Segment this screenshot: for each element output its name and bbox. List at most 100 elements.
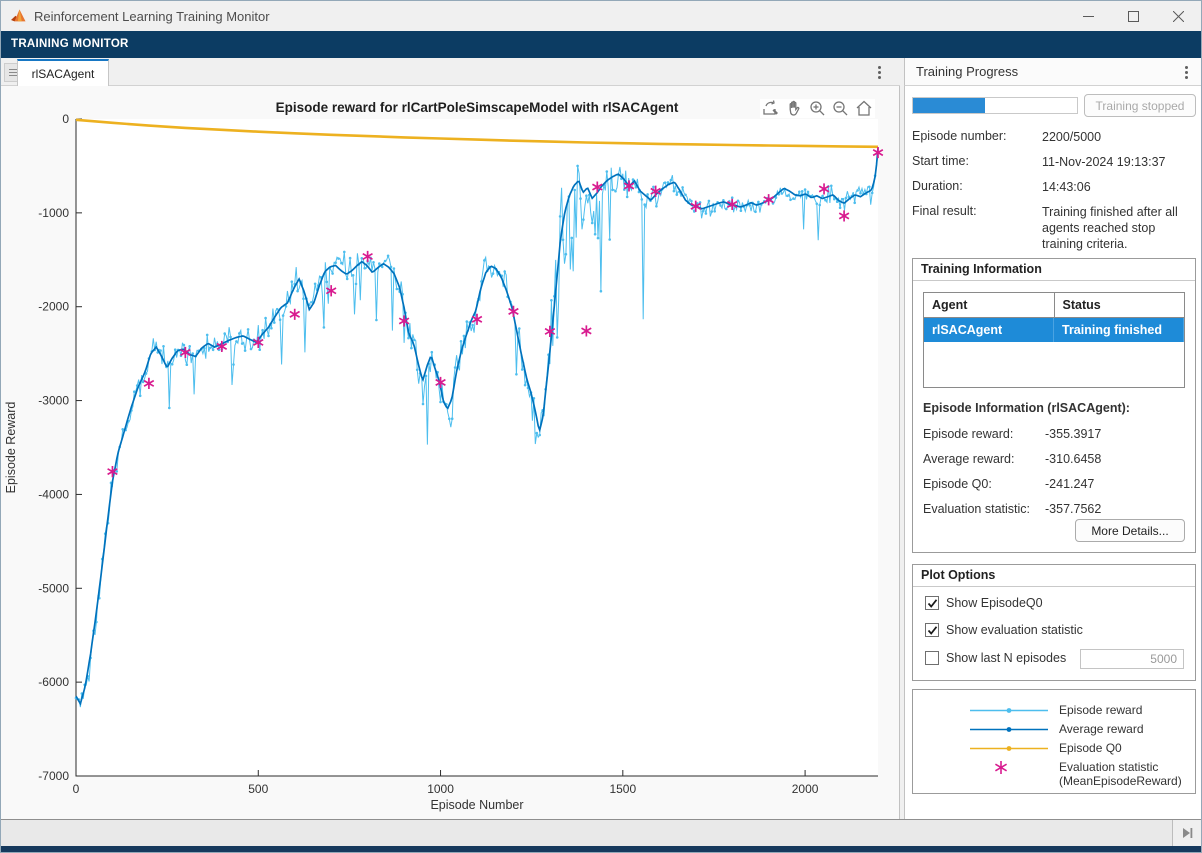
svg-text:0: 0 — [62, 112, 69, 126]
plot-options-section: Plot Options Show EpisodeQ0 Show evaluat… — [912, 564, 1196, 681]
home-icon[interactable] — [855, 100, 873, 117]
zoom-in-icon[interactable] — [809, 100, 826, 117]
episode-number-value: 2200/5000 — [1042, 129, 1194, 145]
final-result-label: Final result: — [912, 204, 977, 218]
show-evaluation-statistic-checkbox[interactable]: Show evaluation statistic — [925, 623, 1083, 637]
chart-title: Episode reward for rlCartPoleSimscapeMod… — [76, 100, 878, 115]
average-reward-marker-icon — [968, 720, 1050, 739]
maximize-button[interactable] — [1111, 1, 1156, 31]
episode-information-title: Episode Information (rlSACAgent): — [923, 401, 1130, 415]
training-stopped-button[interactable]: Training stopped — [1084, 94, 1196, 117]
checkbox-icon[interactable] — [925, 651, 939, 665]
training-progress-header: Training Progress — [904, 58, 1202, 86]
svg-text:-2000: -2000 — [38, 300, 69, 314]
more-details-button[interactable]: More Details... — [1075, 519, 1185, 542]
export-icon[interactable] — [762, 100, 780, 117]
svg-text:Episode Reward: Episode Reward — [4, 402, 18, 494]
svg-text:-3000: -3000 — [38, 394, 69, 408]
show-episodeq0-checkbox[interactable]: Show EpisodeQ0 — [925, 596, 1043, 610]
legend-label: Average reward — [1059, 722, 1144, 736]
n-episodes-input[interactable] — [1080, 649, 1184, 669]
episode-reward-marker-icon — [968, 701, 1050, 720]
episode-reward-value: -355.3917 — [1045, 427, 1101, 441]
close-button[interactable] — [1156, 1, 1201, 31]
panel-title: Training Progress — [905, 58, 1202, 86]
start-time-label: Start time: — [912, 154, 969, 168]
checkbox-label: Show EpisodeQ0 — [946, 596, 1043, 610]
show-last-n-episodes-checkbox[interactable]: Show last N episodes — [925, 651, 1066, 665]
svg-text:-5000: -5000 — [38, 581, 69, 595]
svg-text:-4000: -4000 — [38, 487, 69, 501]
checkbox-label: Show evaluation statistic — [946, 623, 1083, 637]
legend-label: Episode Q0 — [1059, 741, 1122, 755]
training-information-section: Training Information Agent Status rlSACA… — [912, 258, 1196, 553]
start-time-value: 11-Nov-2024 19:13:37 — [1042, 154, 1194, 170]
svg-text:-7000: -7000 — [38, 769, 69, 783]
episode-q0-value: -241.247 — [1045, 477, 1094, 491]
table-row[interactable]: rlSACAgent Training finished — [924, 318, 1184, 342]
duration-value: 14:43:06 — [1042, 179, 1194, 195]
axes-toolbar — [760, 99, 875, 118]
svg-text:500: 500 — [248, 782, 268, 796]
duration-label: Duration: — [912, 179, 963, 193]
svg-text:1500: 1500 — [609, 782, 636, 796]
svg-text:2000: 2000 — [792, 782, 819, 796]
legend-label: Evaluation statistic (MeanEpisodeReward) — [1059, 760, 1182, 788]
progress-fill — [913, 98, 985, 113]
episode-reward-label: Episode reward: — [923, 427, 1013, 441]
episode-number-label: Episode number: — [912, 129, 1007, 143]
taskbar-edge — [1, 846, 1201, 853]
tab-label: rlSACAgent — [32, 67, 95, 81]
bottom-status-bar — [1, 819, 1201, 846]
app-window: Reinforcement Learning Training Monitor … — [0, 0, 1202, 853]
legend-entry-average-reward: Average reward — [913, 720, 1195, 739]
legend-label: Episode reward — [1059, 703, 1142, 717]
window-title: Reinforcement Learning Training Monitor — [34, 9, 270, 24]
matlab-logo-icon — [10, 9, 27, 24]
figure-panel: 0 -1000 -2000 -3000 -4000 -5000 -6000 -7000 0 500… — [1, 86, 900, 819]
episode-q0-marker-icon — [968, 739, 1050, 758]
checkbox-icon[interactable] — [925, 596, 939, 610]
svg-text:1000: 1000 — [427, 782, 454, 796]
final-result-value: Training finished after all agents reach… — [1042, 204, 1194, 252]
training-progress-bar — [912, 97, 1078, 114]
kebab-icon[interactable] — [870, 62, 888, 82]
agent-column-header: Agent — [924, 293, 1055, 317]
svg-text:0: 0 — [73, 782, 80, 796]
titlebar: Reinforcement Learning Training Monitor — [1, 1, 1201, 31]
training-information-title: Training Information — [913, 259, 1195, 281]
table-header-row: Agent Status — [924, 293, 1184, 318]
evaluation-statistic-label: Evaluation statistic: — [923, 502, 1030, 516]
svg-text:Episode Number: Episode Number — [430, 798, 523, 812]
legend-panel: Episode reward Average reward Episode Q0… — [912, 689, 1196, 794]
legend-entry-episode-reward: Episode reward — [913, 701, 1195, 720]
minimize-button[interactable] — [1066, 1, 1111, 31]
table-empty-area — [924, 342, 1184, 387]
reward-chart[interactable]: 0 -1000 -2000 -3000 -4000 -5000 -6000 -7000 0 500… — [1, 86, 900, 819]
toolstrip: TRAINING MONITOR — [1, 31, 1201, 58]
legend-entry-episode-q0: Episode Q0 — [913, 739, 1195, 758]
checkbox-label: Show last N episodes — [946, 651, 1066, 665]
status-cell: Training finished — [1054, 318, 1184, 342]
skip-to-end-icon[interactable] — [1180, 826, 1194, 840]
zoom-out-icon[interactable] — [832, 100, 849, 117]
average-reward-label: Average reward: — [923, 452, 1015, 466]
evaluation-statistic-value: -357.7562 — [1045, 502, 1101, 516]
kebab-icon[interactable] — [1177, 62, 1195, 82]
evaluation-statistic-marker-icon — [968, 758, 1050, 777]
episode-q0-label: Episode Q0: — [923, 477, 992, 491]
average-reward-value: -310.6458 — [1045, 452, 1101, 466]
pan-icon[interactable] — [786, 100, 803, 117]
svg-text:-6000: -6000 — [38, 675, 69, 689]
agent-cell: rlSACAgent — [924, 318, 1054, 342]
training-progress-panel: Training stopped Episode number: 2200/50… — [904, 86, 1202, 819]
document-tab-bar: rlSACAgent — [1, 58, 900, 86]
legend-entry-evaluation-statistic: Evaluation statistic (MeanEpisodeReward) — [913, 758, 1195, 790]
plot-options-title: Plot Options — [913, 565, 1195, 587]
tab-rlsacagent[interactable]: rlSACAgent — [17, 59, 109, 86]
status-column-header: Status — [1055, 293, 1185, 317]
agent-status-table: Agent Status rlSACAgent Training finishe… — [923, 292, 1185, 388]
toolstrip-tab-label[interactable]: TRAINING MONITOR — [1, 31, 1201, 58]
svg-text:-1000: -1000 — [38, 206, 69, 220]
checkbox-icon[interactable] — [925, 623, 939, 637]
